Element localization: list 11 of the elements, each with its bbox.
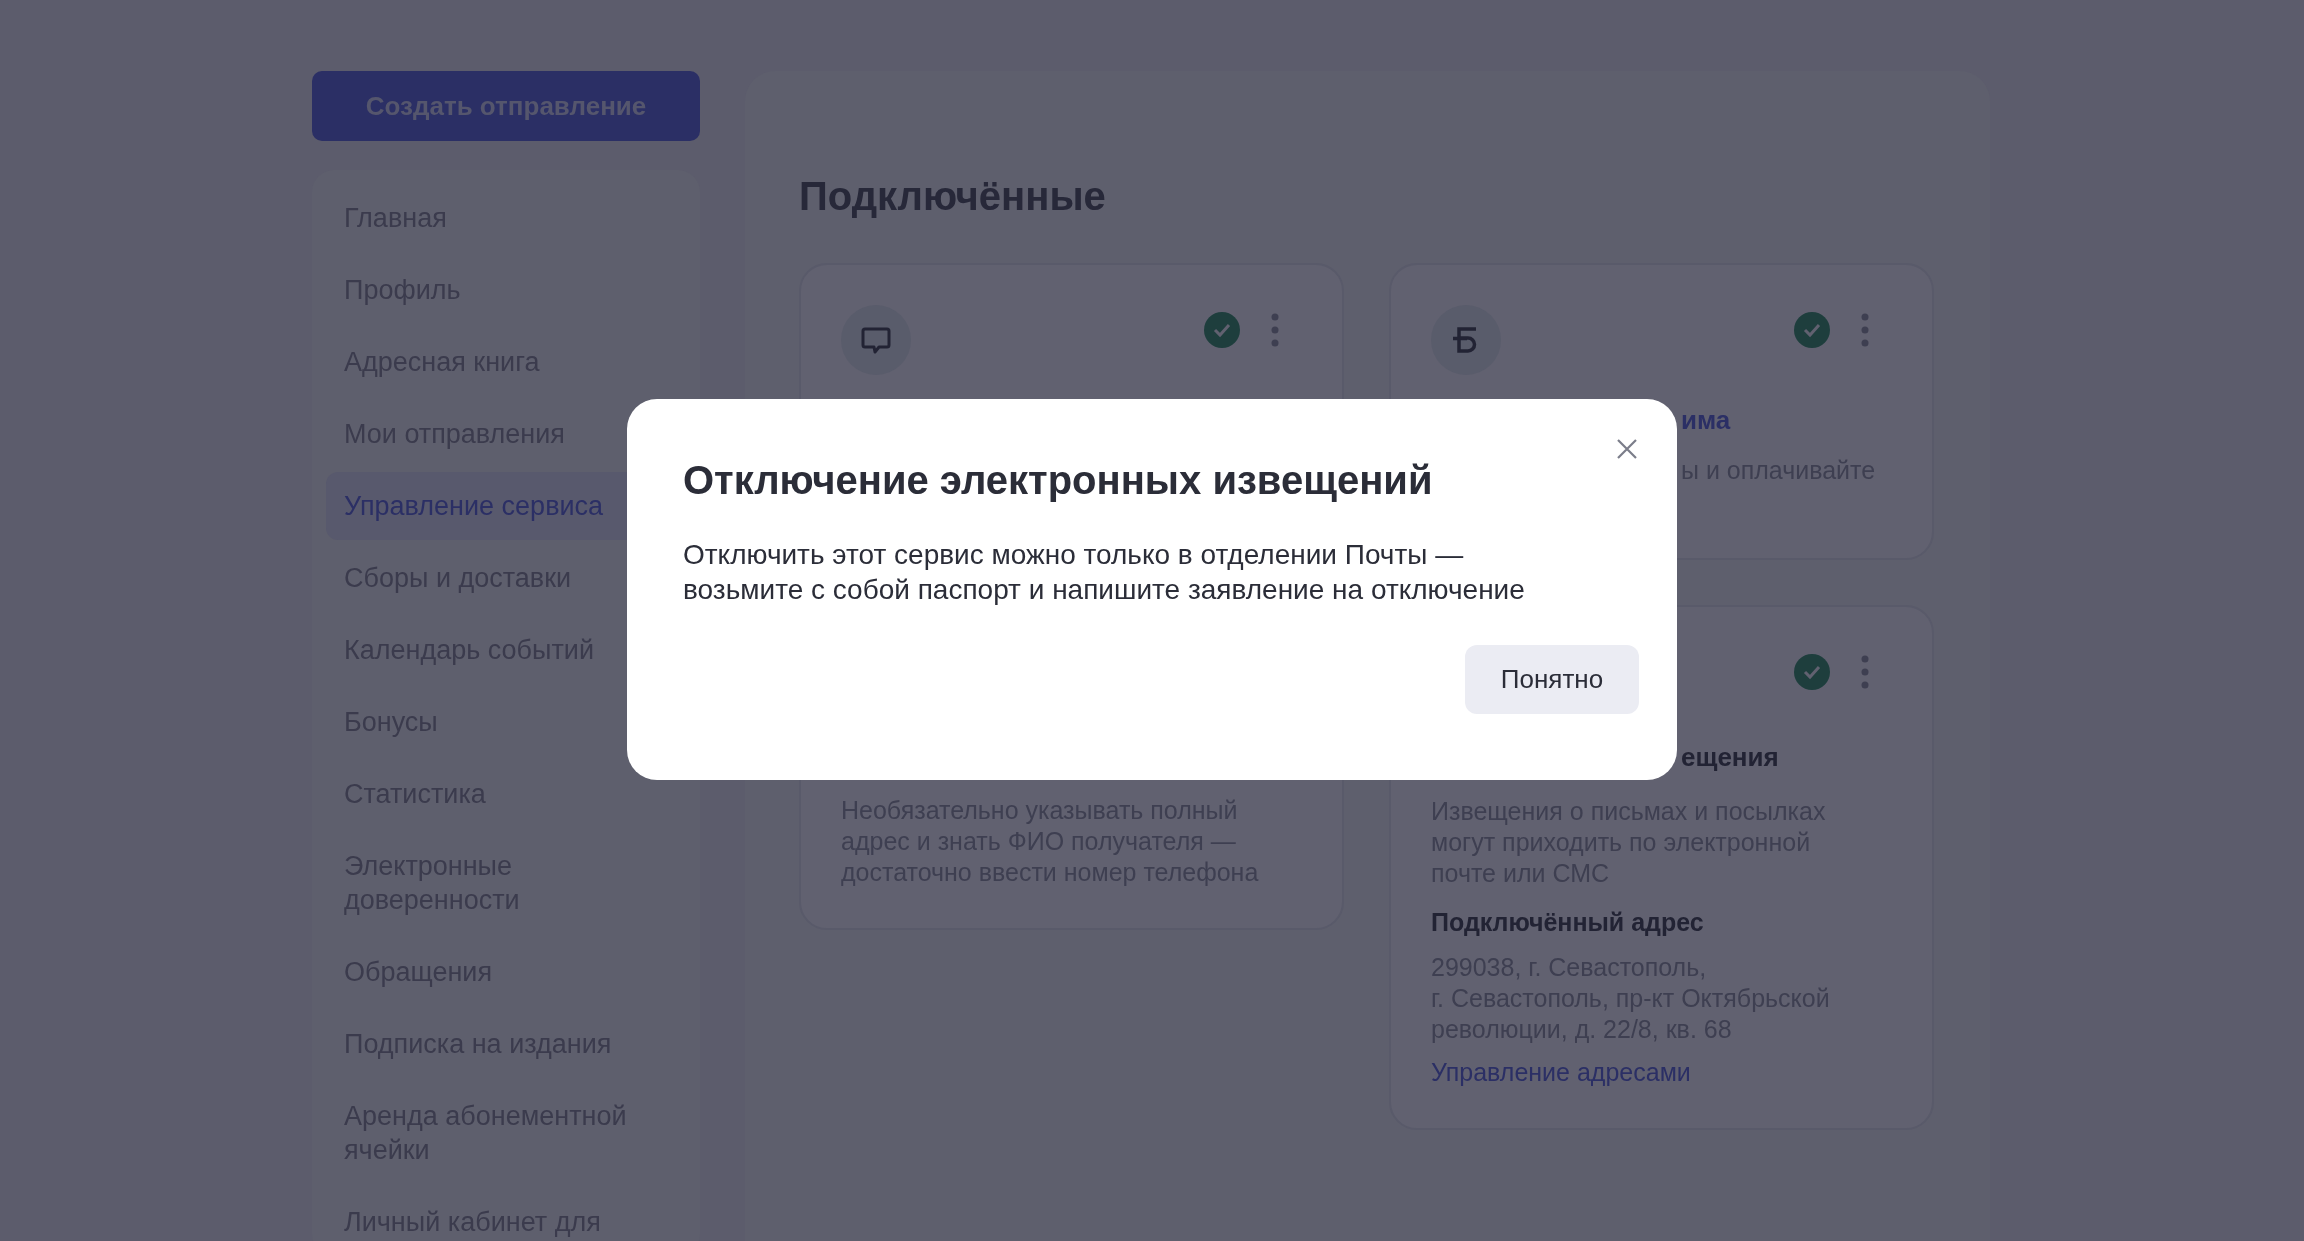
modal-text: Отключить этот сервис можно только в отделении Почты — возьмите с собой паспорт и напишите заявление на отключение xyxy=(683,538,1526,607)
ok-button[interactable]: Понятно xyxy=(1465,645,1639,714)
address-label: Подключённый адрес xyxy=(1431,907,1705,938)
more-icon[interactable] xyxy=(1860,654,1870,690)
letter-icon xyxy=(1431,305,1501,375)
close-icon[interactable] xyxy=(1615,437,1639,461)
more-icon[interactable] xyxy=(1860,312,1870,348)
section-title: Подключённые xyxy=(799,173,1107,220)
more-icon[interactable] xyxy=(1270,312,1280,348)
card-title: ещения xyxy=(1681,741,1780,774)
chat-icon xyxy=(841,305,911,375)
